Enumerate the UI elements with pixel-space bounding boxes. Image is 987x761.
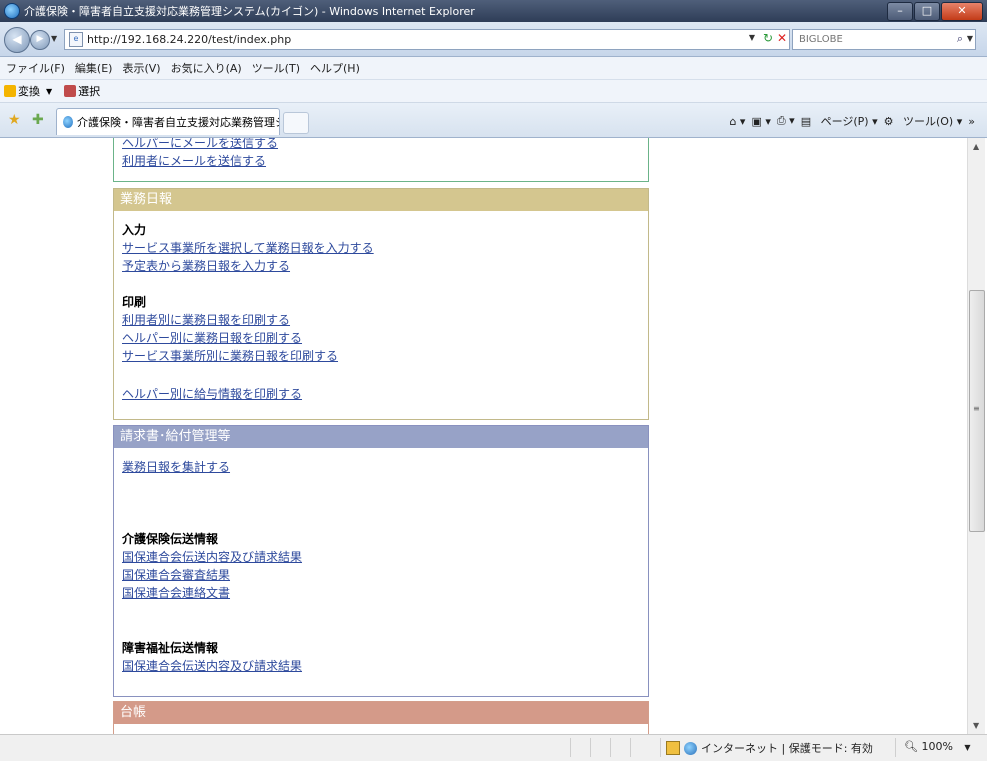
daily-report-section: 業務日報 入力 サービス事業所を選択して業務日報を入力する 予定表から業務日報を… bbox=[113, 188, 649, 420]
internet-zone-icon bbox=[684, 741, 697, 755]
status-divider bbox=[660, 738, 661, 757]
tab-current[interactable]: 介護保険・障害者自立支援対応業務管理システ... bbox=[56, 108, 280, 135]
menu-help[interactable]: ヘルプ(H) bbox=[310, 60, 360, 76]
print-by-user-link[interactable]: 利用者別に業務日報を印刷する bbox=[122, 311, 640, 329]
menu-tools[interactable]: ツール(T) bbox=[252, 60, 300, 76]
print-heading: 印刷 bbox=[122, 295, 147, 309]
page-content: ヘルパーにメールを送信する 利用者にメールを送信する 業務日報 入力 サービス事… bbox=[0, 138, 967, 734]
menu-favorites[interactable]: お気に入り(A) bbox=[171, 60, 242, 76]
menu-edit[interactable]: 編集(E) bbox=[75, 60, 113, 76]
menu-view[interactable]: 表示(V) bbox=[122, 60, 160, 76]
address-url[interactable]: http://192.168.24.220/test/index.php bbox=[87, 33, 291, 46]
page-menu-label: ページ(P) bbox=[820, 115, 869, 128]
menu-file[interactable]: ファイル(F) bbox=[6, 60, 65, 76]
aggregate-report-link[interactable]: 業務日報を集計する bbox=[122, 458, 640, 476]
convert-icon bbox=[4, 85, 16, 97]
address-field[interactable]: e http://192.168.24.220/test/index.php ▼… bbox=[64, 29, 790, 50]
favorites-star-icon[interactable]: ★ bbox=[8, 112, 21, 128]
print-by-office-link[interactable]: サービス事業所別に業務日報を印刷する bbox=[122, 347, 640, 365]
mail-helper-link[interactable]: ヘルパーにメールを送信する bbox=[122, 138, 640, 152]
shogai-transmission-link[interactable]: 国保連合会伝送内容及び請求結果 bbox=[122, 657, 640, 675]
tab-ie-icon bbox=[63, 116, 74, 128]
new-tab-button[interactable] bbox=[283, 112, 309, 134]
maximize-button[interactable]: □ bbox=[914, 2, 940, 21]
page-menu[interactable]: ▤ ページ(P) ▾ bbox=[801, 113, 878, 129]
search-dropdown-icon[interactable]: ▼ bbox=[967, 34, 973, 43]
zoom-icon: 🔍︎ bbox=[904, 740, 918, 753]
toolbar-overflow-icon[interactable]: » bbox=[968, 115, 975, 128]
history-dropdown-icon[interactable]: ▼ bbox=[51, 34, 57, 43]
command-bar: ⌂ ▾ ▣ ▾ ⎙ ▾ ▤ ページ(P) ▾ ⚙ ツール(O) ▾ » bbox=[723, 113, 975, 129]
status-divider bbox=[895, 738, 896, 757]
window-controls: – □ ✕ bbox=[887, 2, 983, 21]
kaigo-heading: 介護保険伝送情報 bbox=[122, 532, 219, 546]
status-divider bbox=[590, 738, 591, 757]
status-bar: インターネット | 保護モード: 有効 🔍︎ 100% ▼ bbox=[0, 734, 987, 761]
menu-bar: ファイル(F) 編集(E) 表示(V) お気に入り(A) ツール(T) ヘルプ(… bbox=[0, 57, 987, 80]
scroll-up-icon[interactable]: ▲ bbox=[973, 142, 979, 151]
convert-button[interactable]: 変換 ▼ bbox=[4, 83, 52, 99]
tab-bar: ★ ✚ 介護保険・障害者自立支援対応業務管理システ... ⌂ ▾ ▣ ▾ ⎙ ▾… bbox=[0, 103, 987, 138]
back-button[interactable]: ◀ bbox=[4, 27, 30, 53]
shogai-heading: 障害福祉伝送情報 bbox=[122, 641, 219, 655]
page-icon: e bbox=[69, 32, 83, 47]
convert-label: 変換 bbox=[18, 85, 40, 98]
window-title: 介護保険・障害者自立支援対応業務管理システム(カイゴン) - Windows I… bbox=[24, 5, 475, 18]
stop-icon[interactable]: ✕ bbox=[777, 31, 787, 45]
security-zone[interactable]: インターネット | 保護モード: 有効 bbox=[666, 740, 873, 756]
status-divider bbox=[610, 738, 611, 757]
billing-header: 請求書･給付管理等 bbox=[114, 426, 648, 448]
print-by-helper-link[interactable]: ヘルパー別に業務日報を印刷する bbox=[122, 329, 640, 347]
links-bar: 変換 ▼ 選択 bbox=[0, 80, 987, 103]
input-by-office-link[interactable]: サービス事業所を選択して業務日報を入力する bbox=[122, 239, 640, 257]
title-bar: 介護保険・障害者自立支援対応業務管理システム(カイゴン) - Windows I… bbox=[0, 0, 987, 22]
protected-mode-icon bbox=[666, 741, 680, 755]
convert-dropdown-icon[interactable]: ▼ bbox=[46, 87, 52, 96]
status-divider bbox=[630, 738, 631, 757]
tools-menu-label: ツール(O) bbox=[902, 115, 954, 128]
status-divider bbox=[570, 738, 571, 757]
add-favorites-icon[interactable]: ✚ bbox=[32, 112, 44, 128]
minimize-button[interactable]: – bbox=[887, 2, 913, 21]
kaigo-transmission-link[interactable]: 国保連合会伝送内容及び請求結果 bbox=[122, 548, 640, 566]
input-heading: 入力 bbox=[122, 223, 147, 237]
select-button[interactable]: 選択 bbox=[64, 83, 100, 99]
refresh-icon[interactable]: ↻ bbox=[763, 31, 773, 45]
search-icon[interactable]: ⌕ bbox=[957, 32, 963, 46]
zoom-dropdown-icon[interactable]: ▼ bbox=[964, 743, 970, 752]
ledger-section: 台帳 bbox=[113, 701, 649, 734]
kaigo-notice-link[interactable]: 国保連合会連絡文書 bbox=[122, 584, 640, 602]
zoom-control[interactable]: 🔍︎ 100% ▼ bbox=[904, 740, 971, 753]
scroll-down-icon[interactable]: ▼ bbox=[973, 721, 979, 730]
vertical-scrollbar[interactable]: ▲ ≡ ▼ bbox=[967, 138, 985, 734]
kaigo-review-link[interactable]: 国保連合会審査結果 bbox=[122, 566, 640, 584]
mail-user-link[interactable]: 利用者にメールを送信する bbox=[122, 152, 640, 170]
address-toolbar: ◀ ▶ ▼ e http://192.168.24.220/test/index… bbox=[0, 22, 987, 57]
address-dropdown-icon[interactable]: ▼ bbox=[749, 33, 755, 42]
zone-label: インターネット | 保護モード: 有効 bbox=[701, 742, 873, 755]
mail-section: ヘルパーにメールを送信する 利用者にメールを送信する bbox=[113, 138, 649, 182]
home-icon[interactable]: ⌂ ▾ bbox=[729, 115, 745, 128]
ie-logo-icon bbox=[4, 3, 20, 19]
ledger-header: 台帳 bbox=[114, 702, 648, 724]
print-salary-link[interactable]: ヘルパー別に給与情報を印刷する bbox=[122, 385, 640, 403]
close-button[interactable]: ✕ bbox=[941, 2, 983, 21]
select-icon bbox=[64, 85, 77, 97]
input-from-schedule-link[interactable]: 予定表から業務日報を入力する bbox=[122, 257, 640, 275]
search-box[interactable]: ⌕ ▼ bbox=[792, 29, 976, 50]
feeds-icon[interactable]: ▣ ▾ bbox=[751, 115, 770, 128]
daily-report-header: 業務日報 bbox=[114, 189, 648, 211]
tools-menu[interactable]: ⚙ ツール(O) ▾ bbox=[884, 113, 963, 129]
print-icon[interactable]: ⎙ ▾ bbox=[777, 114, 795, 128]
search-input[interactable] bbox=[797, 33, 941, 46]
select-label: 選択 bbox=[78, 85, 101, 98]
billing-section: 請求書･給付管理等 業務日報を集計する 介護保険伝送情報 国保連合会伝送内容及び… bbox=[113, 425, 649, 697]
zoom-level: 100% bbox=[921, 740, 953, 753]
scroll-grip-icon: ≡ bbox=[973, 404, 980, 413]
tab-label: 介護保険・障害者自立支援対応業務管理システ... bbox=[77, 116, 279, 129]
forward-button[interactable]: ▶ bbox=[30, 30, 50, 50]
